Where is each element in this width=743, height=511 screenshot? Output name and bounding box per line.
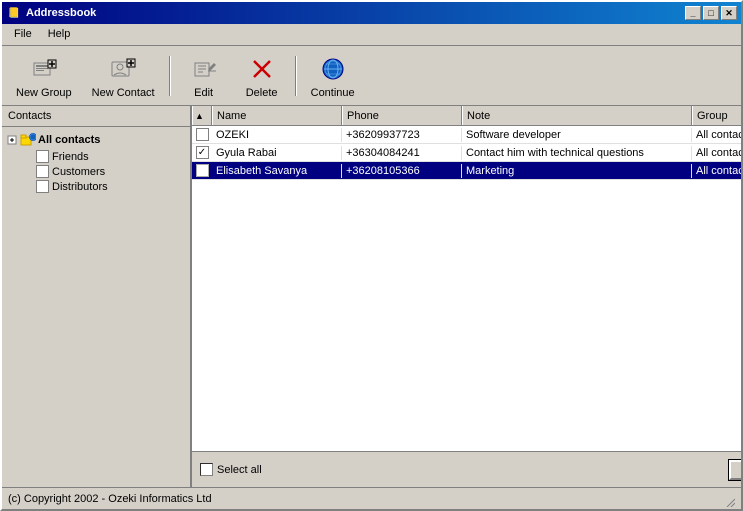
close-button[interactable]: ✕ (721, 6, 737, 20)
menu-help[interactable]: Help (40, 26, 79, 43)
row1-check-cell (192, 128, 212, 141)
select-all-area: Select all (200, 463, 262, 476)
toolbar: New Group New Contact (2, 46, 741, 106)
main-content: Contacts (2, 106, 741, 487)
row1-name: OZEKI (212, 128, 342, 142)
list-header: ▲ Name Phone Note Group (192, 106, 741, 126)
col-header-phone[interactable]: Phone (342, 106, 462, 125)
col-header-group[interactable]: Group (692, 106, 741, 125)
table-row[interactable]: OZEKI +36209937723 Software developer Al… (192, 126, 741, 144)
new-group-button[interactable]: New Group (10, 51, 78, 101)
contacts-panel: Contacts (2, 106, 192, 487)
new-group-icon (28, 53, 60, 85)
window-icon: 📒 (6, 5, 22, 21)
continue-icon (317, 53, 349, 85)
continue-button[interactable]: Continue (305, 51, 361, 101)
row2-check-cell (192, 146, 212, 159)
row2-phone: +36304084241 (342, 146, 462, 160)
distributors-label: Distributors (52, 181, 108, 193)
new-contact-icon (107, 53, 139, 85)
col-name-label: Name (217, 110, 246, 122)
minimize-button[interactable]: _ (685, 6, 701, 20)
row2-group: All contacts (692, 146, 741, 160)
row3-phone: +36208105366 (342, 164, 462, 178)
delete-icon (246, 53, 278, 85)
row3-group: All contacts (692, 164, 741, 178)
customers-label: Customers (52, 166, 105, 178)
edit-label: Edit (194, 87, 213, 99)
new-group-label: New Group (16, 87, 72, 99)
friends-checkbox[interactable] (36, 150, 49, 163)
tree-item-customers[interactable]: Customers (36, 164, 188, 179)
menu-file[interactable]: File (6, 26, 40, 43)
title-bar: 📒 Addressbook _ □ ✕ (2, 2, 741, 24)
row1-phone: +36209937723 (342, 128, 462, 142)
col-note-label: Note (467, 110, 490, 122)
row3-name: Elisabeth Savanya (212, 164, 342, 178)
row3-checkbox[interactable] (196, 164, 209, 177)
row3-note: Marketing (462, 164, 692, 178)
new-contact-button[interactable]: New Contact (86, 51, 161, 101)
contacts-header: Contacts (2, 106, 190, 127)
continue-action-button[interactable]: Continue (729, 460, 741, 480)
new-contact-label: New Contact (92, 87, 155, 99)
delete-button[interactable]: Delete (237, 51, 287, 101)
tree-children: Friends Customers Distributors (36, 149, 188, 194)
tree-item-friends[interactable]: Friends (36, 149, 188, 164)
tree-item-distributors[interactable]: Distributors (36, 179, 188, 194)
tree-container: All contacts Friends Customers Distribu (2, 127, 190, 487)
toolbar-separator-2 (295, 56, 297, 96)
friends-label: Friends (52, 151, 89, 163)
resize-handle[interactable] (719, 491, 735, 507)
table-row[interactable]: Elisabeth Savanya +36208105366 Marketing… (192, 162, 741, 180)
all-contacts-label: All contacts (38, 134, 100, 146)
col-header-name[interactable]: Name (212, 106, 342, 125)
list-body: OZEKI +36209937723 Software developer Al… (192, 126, 741, 451)
toolbar-separator-1 (169, 56, 171, 96)
status-text: (c) Copyright 2002 - Ozeki Informatics L… (8, 493, 719, 505)
col-header-note[interactable]: Note (462, 106, 692, 125)
continue-label: Continue (311, 87, 355, 99)
maximize-button[interactable]: □ (703, 6, 719, 20)
row2-note: Contact him with technical questions (462, 146, 692, 160)
window-controls: _ □ ✕ (685, 6, 737, 20)
select-all-checkbox[interactable] (200, 463, 213, 476)
distributors-checkbox[interactable] (36, 180, 49, 193)
menu-bar: File Help (2, 24, 741, 46)
row1-note: Software developer (462, 128, 692, 142)
window: 📒 Addressbook _ □ ✕ File Help (0, 0, 743, 511)
list-panel: ▲ Name Phone Note Group (192, 106, 741, 487)
select-all-label: Select all (217, 464, 262, 476)
row2-checkbox[interactable] (196, 146, 209, 159)
table-row[interactable]: Gyula Rabai +36304084241 Contact him wit… (192, 144, 741, 162)
col-group-label: Group (697, 110, 728, 122)
col-phone-label: Phone (347, 110, 379, 122)
tree-expand-icon[interactable] (4, 132, 20, 148)
sort-arrow-check: ▲ (195, 111, 204, 121)
edit-button[interactable]: Edit (179, 51, 229, 101)
action-bar: Select all Continue (192, 451, 741, 487)
edit-icon (188, 53, 220, 85)
row2-name: Gyula Rabai (212, 146, 342, 160)
delete-label: Delete (246, 87, 278, 99)
all-contacts-icon (20, 132, 36, 148)
row1-group: All contacts (692, 128, 741, 142)
window-title: Addressbook (26, 7, 685, 19)
col-header-check: ▲ (192, 106, 212, 125)
status-bar: (c) Copyright 2002 - Ozeki Informatics L… (2, 487, 741, 509)
row1-checkbox[interactable] (196, 128, 209, 141)
row3-check-cell (192, 164, 212, 177)
customers-checkbox[interactable] (36, 165, 49, 178)
tree-item-all-contacts[interactable]: All contacts (4, 131, 188, 149)
